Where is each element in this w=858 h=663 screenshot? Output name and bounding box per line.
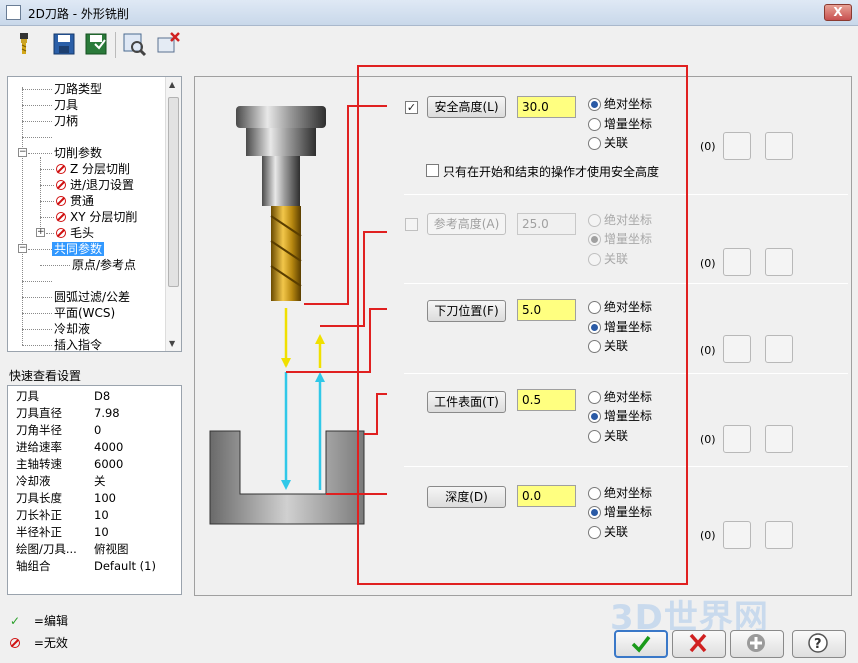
tree-item-linking-params[interactable]: 共同参数 xyxy=(52,241,105,257)
reference-count: (0) xyxy=(700,257,716,270)
svg-text:?: ? xyxy=(814,637,822,652)
close-button[interactable]: X xyxy=(824,4,852,21)
tree-item-depth-cuts[interactable]: Z 分层切削 xyxy=(56,161,130,177)
arrowhead-icon xyxy=(281,480,291,490)
move-icon[interactable] xyxy=(723,248,751,276)
tree-item-home-ref[interactable]: 原点/参考点 xyxy=(72,257,136,273)
scroll-thumb[interactable] xyxy=(168,97,179,287)
expand-toggle[interactable]: − xyxy=(18,148,27,157)
cutter-flutes xyxy=(271,206,301,301)
depth-count: (0) xyxy=(700,529,716,542)
highlight-box xyxy=(357,65,688,585)
move-icon[interactable] xyxy=(723,425,751,453)
legend-invalid: =无效 xyxy=(10,634,68,651)
move-icon[interactable] xyxy=(723,132,751,160)
holder-flange xyxy=(236,106,326,128)
add-button[interactable] xyxy=(730,630,784,658)
parameter-tree: 刀路类型 刀具 刀柄 − 切削参数 Z 分层切削 进/退刀设置 贯通 XY 分层… xyxy=(7,76,182,352)
save-icon[interactable] xyxy=(50,30,78,58)
move-icon[interactable] xyxy=(723,335,751,363)
window-title: 2D刀路 - 外形铣削 xyxy=(28,7,129,21)
move-icon[interactable] xyxy=(723,521,751,549)
tree-item-cut-params[interactable]: 切削参数 xyxy=(54,145,102,161)
plus-icon xyxy=(747,634,765,652)
tree-item-planes[interactable]: 平面(WCS) xyxy=(54,305,115,321)
tool-icon[interactable] xyxy=(10,30,38,58)
expand-toggle[interactable]: − xyxy=(18,244,27,253)
tree-scrollbar[interactable]: ▲ ▼ xyxy=(165,77,181,351)
tree-item-toolpath-type[interactable]: 刀路类型 xyxy=(54,81,102,97)
invalid-icon xyxy=(56,164,66,174)
tree-item-arc-filter[interactable]: 圆弧过滤/公差 xyxy=(54,289,130,305)
tree-item-coolant[interactable]: 冷却液 xyxy=(54,321,90,337)
legend-edit: ✓ =编辑 xyxy=(10,614,68,628)
save-as-icon[interactable] xyxy=(82,30,110,58)
toolbar xyxy=(0,26,858,66)
arrowhead-icon xyxy=(315,334,325,344)
delete-icon[interactable] xyxy=(154,30,182,58)
top-count: (0) xyxy=(700,433,716,446)
holder-nose xyxy=(262,156,300,206)
toolbar-separator xyxy=(115,32,116,58)
close-icon xyxy=(689,633,707,653)
check-icon: ✓ xyxy=(10,614,21,628)
tree-item-tool[interactable]: 刀具 xyxy=(54,97,78,113)
tree-item-canned-text[interactable]: 插入指令 xyxy=(54,337,102,351)
scroll-down-icon[interactable]: ▼ xyxy=(169,339,175,348)
app-icon xyxy=(6,5,21,20)
tree-item-lead-in-out[interactable]: 进/退刀设置 xyxy=(56,177,134,193)
help-button[interactable]: ? xyxy=(792,630,846,658)
select-icon[interactable] xyxy=(765,335,793,363)
invalid-icon xyxy=(56,180,66,190)
arrowhead-icon xyxy=(315,372,325,382)
quickview-panel: 刀具 D8 刀具直径 7.98 刀角半径 0 进给速率 4000 主轴转速 6000 冷却… xyxy=(7,385,182,595)
invalid-icon xyxy=(56,212,66,222)
scroll-up-icon[interactable]: ▲ xyxy=(169,80,175,89)
preview-icon[interactable] xyxy=(120,30,148,58)
safety-count: (0) xyxy=(700,140,716,153)
invalid-icon xyxy=(10,638,20,648)
tree-item-break-through[interactable]: 贯通 xyxy=(56,193,94,209)
select-icon[interactable] xyxy=(765,425,793,453)
expand-toggle[interactable]: + xyxy=(36,228,45,237)
cancel-button[interactable] xyxy=(672,630,726,658)
title-bar: 2D刀路 - 外形铣削 X xyxy=(0,0,858,26)
select-icon[interactable] xyxy=(765,132,793,160)
arrowhead-icon xyxy=(281,358,291,368)
tree-item-tabs[interactable]: 毛头 xyxy=(56,225,94,241)
select-icon[interactable] xyxy=(765,248,793,276)
invalid-icon xyxy=(56,228,66,238)
check-icon xyxy=(631,635,651,653)
feed-count: (0) xyxy=(700,344,716,357)
help-icon: ? xyxy=(808,633,828,653)
holder-body xyxy=(246,128,316,156)
select-icon[interactable] xyxy=(765,521,793,549)
tree-item-multi-passes[interactable]: XY 分层切削 xyxy=(56,209,137,225)
tree-item-holder[interactable]: 刀柄 xyxy=(54,113,78,129)
invalid-icon xyxy=(56,196,66,206)
ok-button[interactable] xyxy=(614,630,668,658)
quickview-title: 快速查看设置 xyxy=(9,369,82,383)
